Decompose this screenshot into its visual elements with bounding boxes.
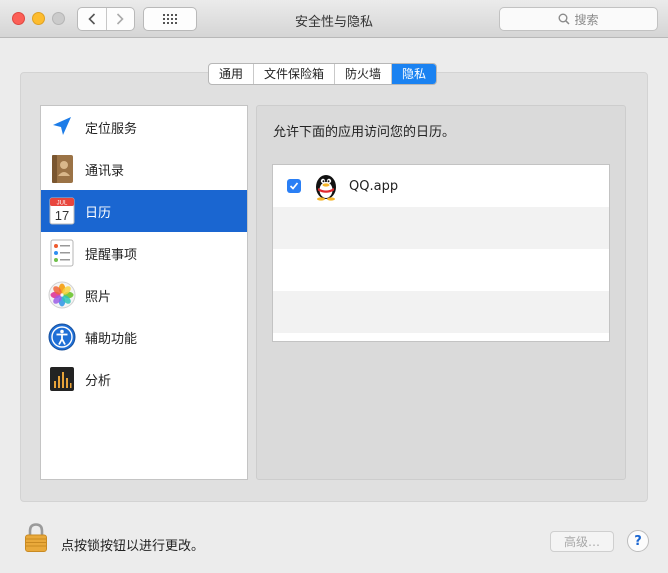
sidebar-item-accessibility[interactable]: 辅助功能 bbox=[41, 316, 247, 358]
back-button[interactable] bbox=[78, 8, 106, 30]
app-access-list: QQ.app bbox=[272, 164, 610, 342]
qq-access-checkbox[interactable] bbox=[287, 179, 301, 193]
sidebar-item-label: 辅助功能 bbox=[85, 331, 138, 347]
sidebar-item-photos[interactable]: 照片 bbox=[41, 274, 247, 316]
sidebar-item-calendar[interactable]: JUL 17 日历 bbox=[41, 190, 247, 232]
privacy-category-list: 定位服务 通讯录 JUL 17 日历 提醒事项 照片 辅助功能 分析 bbox=[40, 105, 248, 480]
tab-bar: 通用 文件保险箱 防火墙 隐私 bbox=[208, 63, 438, 85]
sidebar-item-label: 日历 bbox=[85, 205, 112, 221]
sidebar-item-contacts[interactable]: 通讯录 bbox=[41, 148, 247, 190]
sidebar-item-location-services[interactable]: 定位服务 bbox=[41, 106, 247, 148]
tab-privacy[interactable]: 隐私 bbox=[391, 64, 437, 84]
lock-button[interactable] bbox=[24, 522, 48, 557]
calendar-icon-month: JUL bbox=[57, 201, 68, 207]
app-name: QQ.app bbox=[349, 178, 399, 194]
reminders-icon bbox=[47, 238, 77, 268]
show-all-button[interactable] bbox=[143, 7, 197, 31]
calendar-icon: JUL 17 bbox=[47, 196, 77, 226]
calendar-icon-day: 17 bbox=[55, 208, 69, 223]
qq-penguin-icon bbox=[313, 170, 339, 202]
padlock-icon bbox=[25, 523, 47, 552]
tab-firewall[interactable]: 防火墙 bbox=[334, 64, 391, 84]
search-icon bbox=[558, 13, 571, 25]
close-window-button[interactable] bbox=[12, 12, 25, 25]
location-arrow-icon bbox=[47, 112, 77, 142]
panel-description: 允许下面的应用访问您的日历。 bbox=[273, 125, 456, 140]
empty-list-row bbox=[273, 207, 609, 249]
navigation-buttons bbox=[77, 7, 135, 31]
empty-list-row bbox=[273, 333, 609, 341]
sidebar-item-label: 通讯录 bbox=[85, 163, 125, 179]
title-bar: 安全性与隐私 搜索 bbox=[0, 0, 668, 38]
sidebar-item-reminders[interactable]: 提醒事项 bbox=[41, 232, 247, 274]
photos-icon bbox=[47, 280, 77, 310]
lock-hint-text: 点按锁按钮以进行更改。 bbox=[61, 539, 205, 554]
tab-general[interactable]: 通用 bbox=[209, 64, 253, 84]
sidebar-item-label: 定位服务 bbox=[85, 121, 138, 137]
search-placeholder: 搜索 bbox=[574, 12, 599, 27]
grid-icon bbox=[163, 14, 177, 24]
chevron-left-icon bbox=[88, 13, 95, 25]
empty-list-row bbox=[273, 249, 609, 291]
contacts-book-icon bbox=[47, 154, 77, 184]
minimize-window-button[interactable] bbox=[32, 12, 45, 25]
empty-list-row bbox=[273, 291, 609, 333]
checkmark-icon bbox=[289, 182, 299, 190]
chevron-right-icon bbox=[117, 13, 124, 25]
advanced-button[interactable]: 高级… bbox=[550, 531, 614, 552]
forward-button[interactable] bbox=[105, 8, 135, 30]
sidebar-item-label: 分析 bbox=[85, 373, 112, 389]
window-title: 安全性与隐私 bbox=[294, 15, 373, 30]
sidebar-item-label: 照片 bbox=[85, 289, 112, 305]
accessibility-icon bbox=[47, 322, 77, 352]
search-field[interactable]: 搜索 bbox=[499, 7, 658, 31]
zoom-window-button[interactable] bbox=[52, 12, 65, 25]
app-row-qq[interactable]: QQ.app bbox=[273, 165, 609, 207]
analytics-icon bbox=[47, 364, 77, 394]
sidebar-item-analytics[interactable]: 分析 bbox=[41, 358, 247, 400]
sidebar-item-label: 提醒事项 bbox=[85, 247, 138, 263]
help-button[interactable]: ? bbox=[627, 530, 649, 552]
tab-filevault[interactable]: 文件保险箱 bbox=[253, 64, 334, 84]
